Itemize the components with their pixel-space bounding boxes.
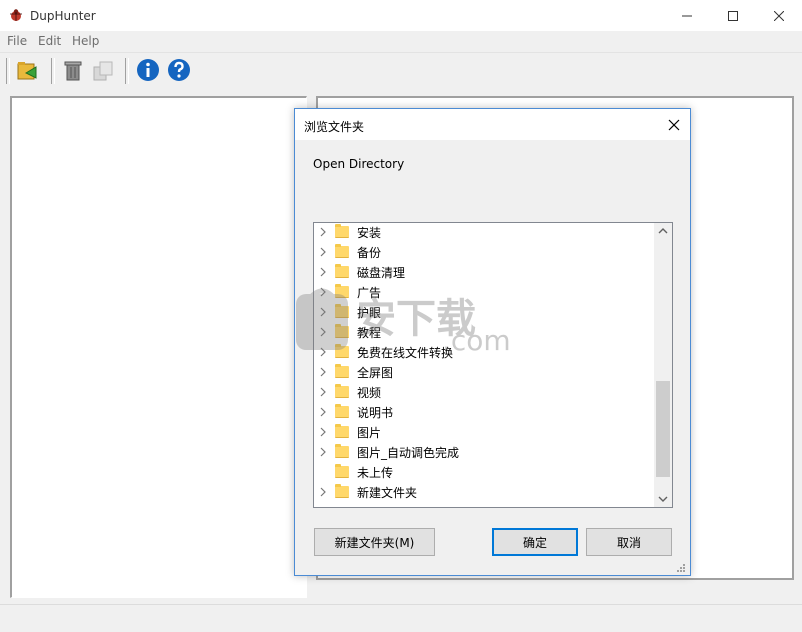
- expand-chevron-icon[interactable]: [314, 347, 332, 357]
- folder-name: 备份: [357, 245, 382, 260]
- minimize-icon: [682, 15, 692, 16]
- status-bar: [0, 604, 802, 632]
- folder-tree[interactable]: 安装备份磁盘清理广告护眼教程免费在线文件转换 全屏图视频说明书图片图片_自动调色完…: [313, 222, 673, 508]
- dialog-close-button[interactable]: [657, 109, 690, 140]
- folder-icon: [335, 404, 349, 418]
- folder-tree-item[interactable]: 视频: [314, 382, 656, 402]
- folder-tree-item[interactable]: 广告: [314, 282, 656, 302]
- folder-icon: [335, 484, 349, 498]
- folder-tree-item[interactable]: 护眼: [314, 302, 656, 322]
- close-window-button[interactable]: [756, 0, 802, 31]
- menu-file[interactable]: File: [7, 34, 27, 48]
- folder-tree-item[interactable]: 免费在线文件转换: [314, 342, 656, 362]
- expand-chevron-icon[interactable]: [314, 287, 332, 297]
- browse-folder-dialog: 浏览文件夹 Open Directory 安装备份磁盘清理广告护眼教程免费在线文…: [294, 108, 691, 576]
- folder-icon: [335, 444, 349, 458]
- folder-name: 图片: [357, 425, 382, 440]
- folder-tree-item[interactable]: 全屏图: [314, 362, 656, 382]
- pane-splitter[interactable]: [795, 96, 801, 580]
- scrollbar-thumb[interactable]: [656, 381, 670, 477]
- ok-button[interactable]: 确定: [492, 528, 578, 556]
- folder-icon: [335, 284, 349, 298]
- folder-name: 安装: [357, 225, 382, 240]
- delete-button[interactable]: [60, 58, 86, 82]
- folder-tree-item[interactable]: 未上传: [314, 462, 656, 482]
- folder-name: 免费在线文件转换: [357, 345, 454, 360]
- open-folder-button[interactable]: [15, 58, 41, 82]
- folder-icon: [335, 304, 349, 318]
- folder-icon: [335, 344, 349, 358]
- dialog-title: 浏览文件夹: [304, 120, 365, 134]
- expand-chevron-icon[interactable]: [314, 447, 332, 457]
- folder-name: 视频: [357, 385, 382, 400]
- expand-chevron-icon[interactable]: [314, 227, 332, 237]
- menu-edit[interactable]: Edit: [38, 34, 61, 48]
- info-icon: [137, 59, 159, 81]
- folder-icon: [335, 324, 349, 338]
- scroll-down-icon[interactable]: [658, 495, 668, 503]
- expand-chevron-icon[interactable]: [314, 407, 332, 417]
- folder-icon: [335, 244, 349, 258]
- dialog-description: Open Directory: [313, 157, 405, 171]
- toolbar-separator: [125, 58, 129, 84]
- folder-icon: [335, 364, 349, 378]
- folder-tree-item[interactable]: 教程: [314, 322, 656, 342]
- folder-tree-item[interactable]: 图片_自动调色完成: [314, 442, 656, 462]
- expand-chevron-icon[interactable]: [314, 387, 332, 397]
- open-folder-icon: [17, 62, 37, 80]
- close-icon: [668, 119, 679, 130]
- new-folder-button[interactable]: 新建文件夹(M): [314, 528, 435, 556]
- folder-tree-item[interactable]: 磁盘清理: [314, 262, 656, 282]
- expand-chevron-icon[interactable]: [314, 427, 332, 437]
- toolbar: [0, 53, 802, 89]
- folder-tree-item[interactable]: 说明书: [314, 402, 656, 422]
- folder-name: 未上传: [357, 465, 394, 480]
- info-button[interactable]: [135, 58, 161, 82]
- expand-chevron-icon[interactable]: [314, 327, 332, 337]
- toolbar-separator: [51, 58, 55, 84]
- expand-chevron-icon[interactable]: [314, 267, 332, 277]
- resize-grip-icon[interactable]: [676, 563, 686, 573]
- expand-chevron-icon[interactable]: [314, 247, 332, 257]
- maximize-button[interactable]: [710, 0, 756, 31]
- close-icon: [774, 10, 784, 21]
- folder-icon: [335, 224, 349, 238]
- toolbar-grip[interactable]: [6, 58, 10, 84]
- window-title: DupHunter: [30, 9, 96, 23]
- folder-icon: [335, 424, 349, 438]
- folder-tree-item[interactable]: 图片: [314, 422, 656, 442]
- maximize-icon: [728, 10, 738, 21]
- expand-chevron-icon[interactable]: [314, 487, 332, 497]
- minimize-button[interactable]: [664, 0, 710, 31]
- folder-icon: [335, 264, 349, 278]
- menu-help[interactable]: Help: [72, 34, 99, 48]
- folder-name: 磁盘清理: [357, 265, 406, 280]
- folder-name: 教程: [357, 325, 382, 340]
- move-files-icon: [93, 61, 113, 81]
- folder-tree-item[interactable]: 安装: [314, 223, 656, 242]
- folder-name: 新建文件夹: [357, 485, 418, 500]
- folder-list-pane[interactable]: [10, 96, 307, 598]
- folder-name: 说明书: [357, 405, 394, 420]
- help-icon: [168, 59, 190, 81]
- folder-tree-item[interactable]: 新建文件夹: [314, 482, 656, 502]
- folder-name: 护眼: [357, 305, 382, 320]
- move-files-button[interactable]: [90, 58, 116, 82]
- folder-name: 广告: [357, 285, 382, 300]
- folder-icon: [335, 384, 349, 398]
- help-button[interactable]: [166, 58, 192, 82]
- folder-name: 图片_自动调色完成: [357, 445, 460, 460]
- expand-chevron-icon[interactable]: [314, 367, 332, 377]
- app-bug-icon: [10, 9, 22, 21]
- menu-bar: [0, 31, 802, 53]
- folder-name: 全屏图: [357, 365, 394, 380]
- folder-tree-item[interactable]: 备份: [314, 242, 656, 262]
- expand-chevron-icon[interactable]: [314, 307, 332, 317]
- cancel-button[interactable]: 取消: [586, 528, 672, 556]
- trash-icon: [64, 61, 82, 81]
- folder-icon: [335, 464, 349, 478]
- scroll-up-icon[interactable]: [658, 227, 668, 235]
